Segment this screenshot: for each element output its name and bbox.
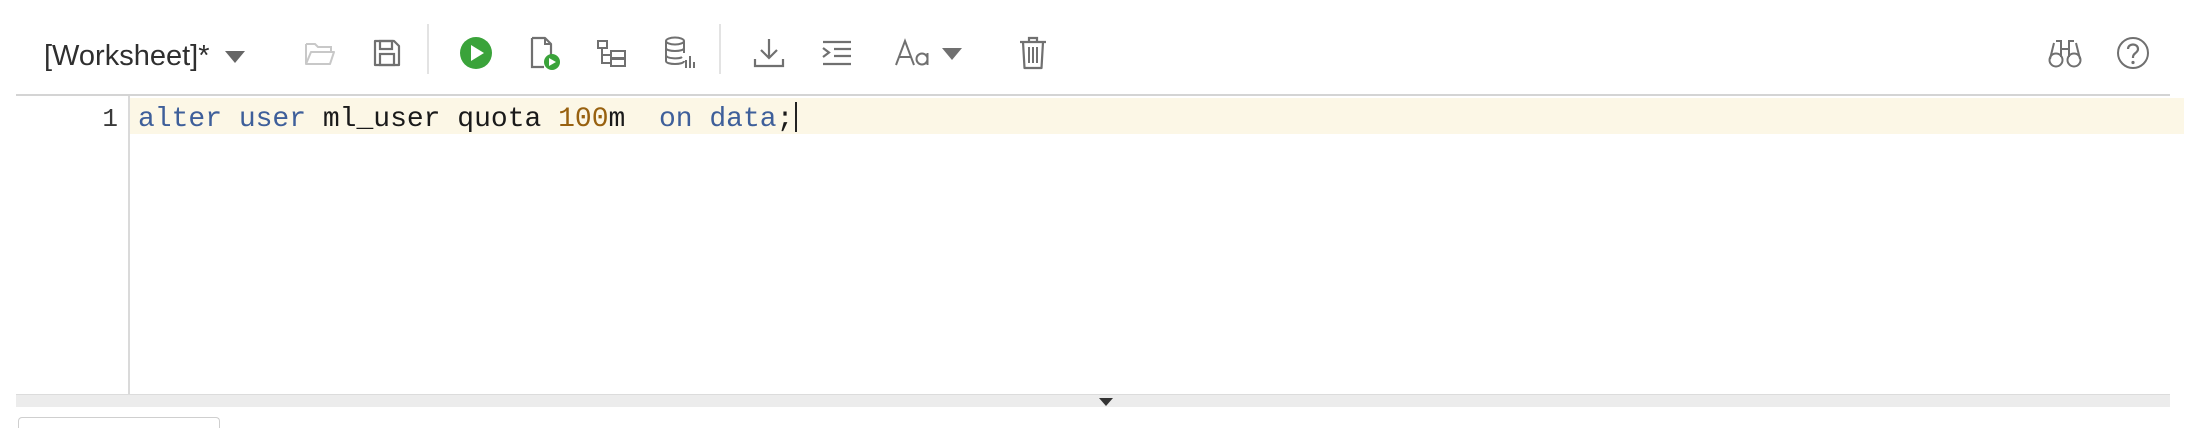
format-button[interactable] xyxy=(814,30,860,76)
sql-editor[interactable]: 1 alter user ml_user quota 100m on data; xyxy=(16,94,2184,396)
sql-keyword: on xyxy=(658,104,693,135)
sql-text: ; xyxy=(776,104,794,135)
find-button[interactable] xyxy=(2042,30,2088,76)
line-number: 1 xyxy=(102,104,118,134)
toolbar-separator xyxy=(427,24,429,74)
chevron-down-icon xyxy=(225,51,246,63)
sql-number: 100 xyxy=(558,104,609,135)
binoculars-icon xyxy=(2048,40,2082,68)
clear-button[interactable] xyxy=(1010,30,1056,76)
sql-keyword: user xyxy=(238,104,307,135)
run-script-button[interactable] xyxy=(521,30,567,76)
chevron-down-icon xyxy=(942,48,962,60)
case-icon xyxy=(895,38,929,66)
explain-plan-icon xyxy=(597,40,626,67)
open-file-button[interactable] xyxy=(297,30,343,76)
autotrace-icon xyxy=(665,36,695,68)
save-button[interactable] xyxy=(364,30,410,76)
format-icon xyxy=(822,40,851,66)
collapse-caret-icon[interactable] xyxy=(1099,398,1113,406)
download-button[interactable] xyxy=(746,30,792,76)
sql-keyword: alter xyxy=(138,104,223,135)
download-icon xyxy=(753,39,785,68)
help-button[interactable] xyxy=(2110,30,2156,76)
worksheet-toolbar: [Worksheet]* xyxy=(0,0,2198,94)
open-folder-icon xyxy=(305,43,335,65)
code-line[interactable]: alter user ml_user quota 100m on data; xyxy=(138,102,798,137)
sql-text: m xyxy=(608,104,659,135)
run-script-icon xyxy=(530,36,560,70)
case-dropdown-button[interactable] xyxy=(894,30,970,76)
sql-text: ml_user quota xyxy=(322,104,559,135)
line-number-gutter: 1 xyxy=(16,96,130,394)
bottom-panel-tab[interactable] xyxy=(18,417,220,428)
text-cursor xyxy=(795,102,798,132)
explain-plan-button[interactable] xyxy=(589,30,635,76)
run-statement-button[interactable] xyxy=(453,30,499,76)
worksheet-selector[interactable]: [Worksheet]* xyxy=(44,36,246,76)
help-icon xyxy=(2117,37,2149,69)
sql-keyword: data xyxy=(709,104,777,135)
worksheet-label: [Worksheet]* xyxy=(44,39,210,72)
run-statement-icon xyxy=(460,37,492,69)
trash-icon xyxy=(1020,36,1046,70)
save-icon xyxy=(373,39,401,67)
autotrace-button[interactable] xyxy=(657,30,703,76)
toolbar-separator xyxy=(719,24,721,74)
panel-splitter[interactable] xyxy=(16,394,2170,407)
